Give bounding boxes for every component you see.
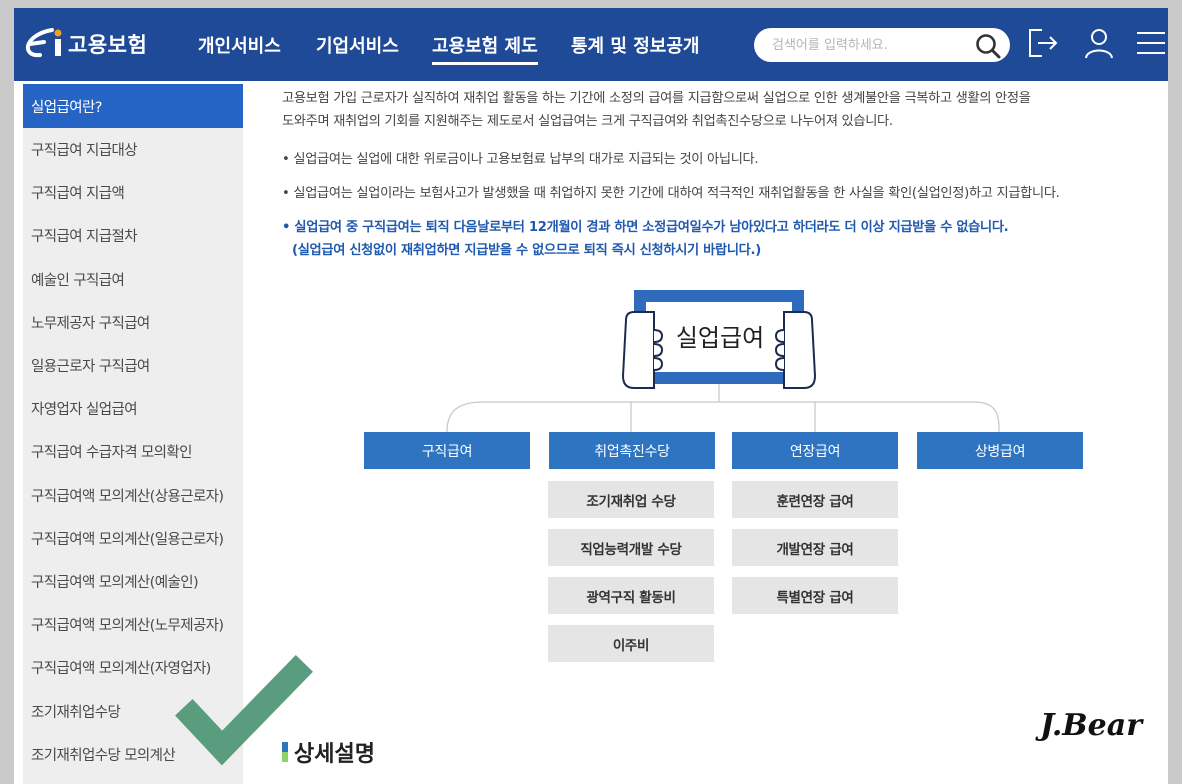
- search-input[interactable]: [772, 34, 968, 56]
- sidebar-item-benefit-amount[interactable]: 구직급여 지급액: [23, 171, 243, 214]
- category-job-seeking-benefit[interactable]: 구직급여: [364, 432, 530, 469]
- sidebar-item-calc-artist[interactable]: 구직급여액 모의계산(예술인): [23, 560, 243, 603]
- bullet-not-compensation: • 실업급여는 실업에 대한 위로금이나 고용보험료 납부의 대가로 지급되는 …: [282, 152, 759, 167]
- category-sickness-benefit[interactable]: 상병급여: [917, 432, 1083, 469]
- nav-insurance-system[interactable]: 고용보험 제도: [432, 32, 538, 58]
- nav-active-underline: [432, 62, 538, 65]
- user-icon[interactable]: [1082, 26, 1116, 60]
- search-icon[interactable]: [974, 32, 1002, 60]
- ei-logo-icon: [25, 28, 62, 58]
- sub-vocational-training: 직업능력개발 수당: [548, 529, 714, 566]
- search-box: [754, 28, 1010, 62]
- sub-personal-extension: 개발연장 급여: [732, 529, 898, 566]
- nav-statistics-info[interactable]: 통계 및 정보공개: [571, 32, 699, 58]
- sub-relocation-expense: 이주비: [548, 625, 714, 662]
- sidebar-item-eligibility-simulation[interactable]: 구직급여 수급자격 모의확인: [23, 430, 243, 473]
- category-employment-promotion[interactable]: 취업촉진수당: [549, 432, 715, 469]
- sidebar-item-unemployment-benefit-intro[interactable]: 실업급여란?: [23, 84, 243, 128]
- diagram-root-label: 실업급여: [675, 324, 765, 352]
- sidebar-item-payment-procedure[interactable]: 구직급여 지급절차: [23, 214, 243, 257]
- bullet-apply-immediately: (실업급여 신청없이 재취업하면 지급받을 수 없으므로 퇴직 즉시 신청하시기…: [292, 243, 761, 258]
- sub-early-reemployment: 조기재취업 수당: [548, 481, 714, 518]
- logo-text: 고용보험: [68, 33, 148, 57]
- sidebar-item-artist-benefit[interactable]: 예술인 구직급여: [23, 258, 243, 301]
- site-logo[interactable]: 고용보험: [22, 20, 147, 68]
- bullet-12-month-limit: • 실업급여 중 구직급여는 퇴직 다음날로부터 12개월이 경과 하면 소정급…: [282, 220, 1009, 235]
- sidebar-item-self-employed-benefit[interactable]: 자영업자 실업급여: [23, 387, 243, 430]
- category-extended-benefit[interactable]: 연장급여: [732, 432, 898, 469]
- sidebar-item-labor-provider-benefit[interactable]: 노무제공자 구직급여: [23, 301, 243, 344]
- nav-business-service[interactable]: 기업서비스: [316, 32, 399, 58]
- sub-training-extension: 훈련연장 급여: [732, 481, 898, 518]
- intro-paragraph-line2: 도와주며 재취업의 기회를 지원해주는 제도로서 실업급여는 크게 구직급여와 …: [282, 114, 893, 129]
- checkmark-icon: [175, 655, 313, 766]
- sidebar-item-calc-regular-worker[interactable]: 구직급여액 모의계산(상용근로자): [23, 474, 243, 517]
- sidebar-item-calc-daily-worker[interactable]: 구직급여액 모의계산(일용근로자): [23, 517, 243, 560]
- logout-icon[interactable]: [1026, 26, 1060, 60]
- sidebar-item-eligibility[interactable]: 구직급여 지급대상: [23, 128, 243, 171]
- author-signature: J.Bear: [1040, 708, 1142, 743]
- sidebar-item-daily-worker-benefit[interactable]: 일용근로자 구직급여: [23, 344, 243, 387]
- top-navigation-bar: 고용보험 개인서비스 기업서비스 고용보험 제도 통계 및 정보공개: [14, 8, 1168, 81]
- intro-paragraph-line1: 고용보험 가입 근로자가 실직하여 재취업 활동을 하는 기간에 소정의 급여를…: [282, 91, 1031, 106]
- menu-icon[interactable]: [1134, 26, 1168, 60]
- sub-wide-area-job-search: 광역구직 활동비: [548, 577, 714, 614]
- bullet-reemployment-activity: • 실업급여는 실업이라는 보험사고가 발생했을 때 취업하지 못한 기간에 대…: [282, 186, 1060, 201]
- sub-special-extension: 특별연장 급여: [732, 577, 898, 614]
- nav-personal-service[interactable]: 개인서비스: [198, 32, 281, 58]
- sidebar-item-calc-labor-provider[interactable]: 구직급여액 모의계산(노무제공자): [23, 603, 243, 646]
